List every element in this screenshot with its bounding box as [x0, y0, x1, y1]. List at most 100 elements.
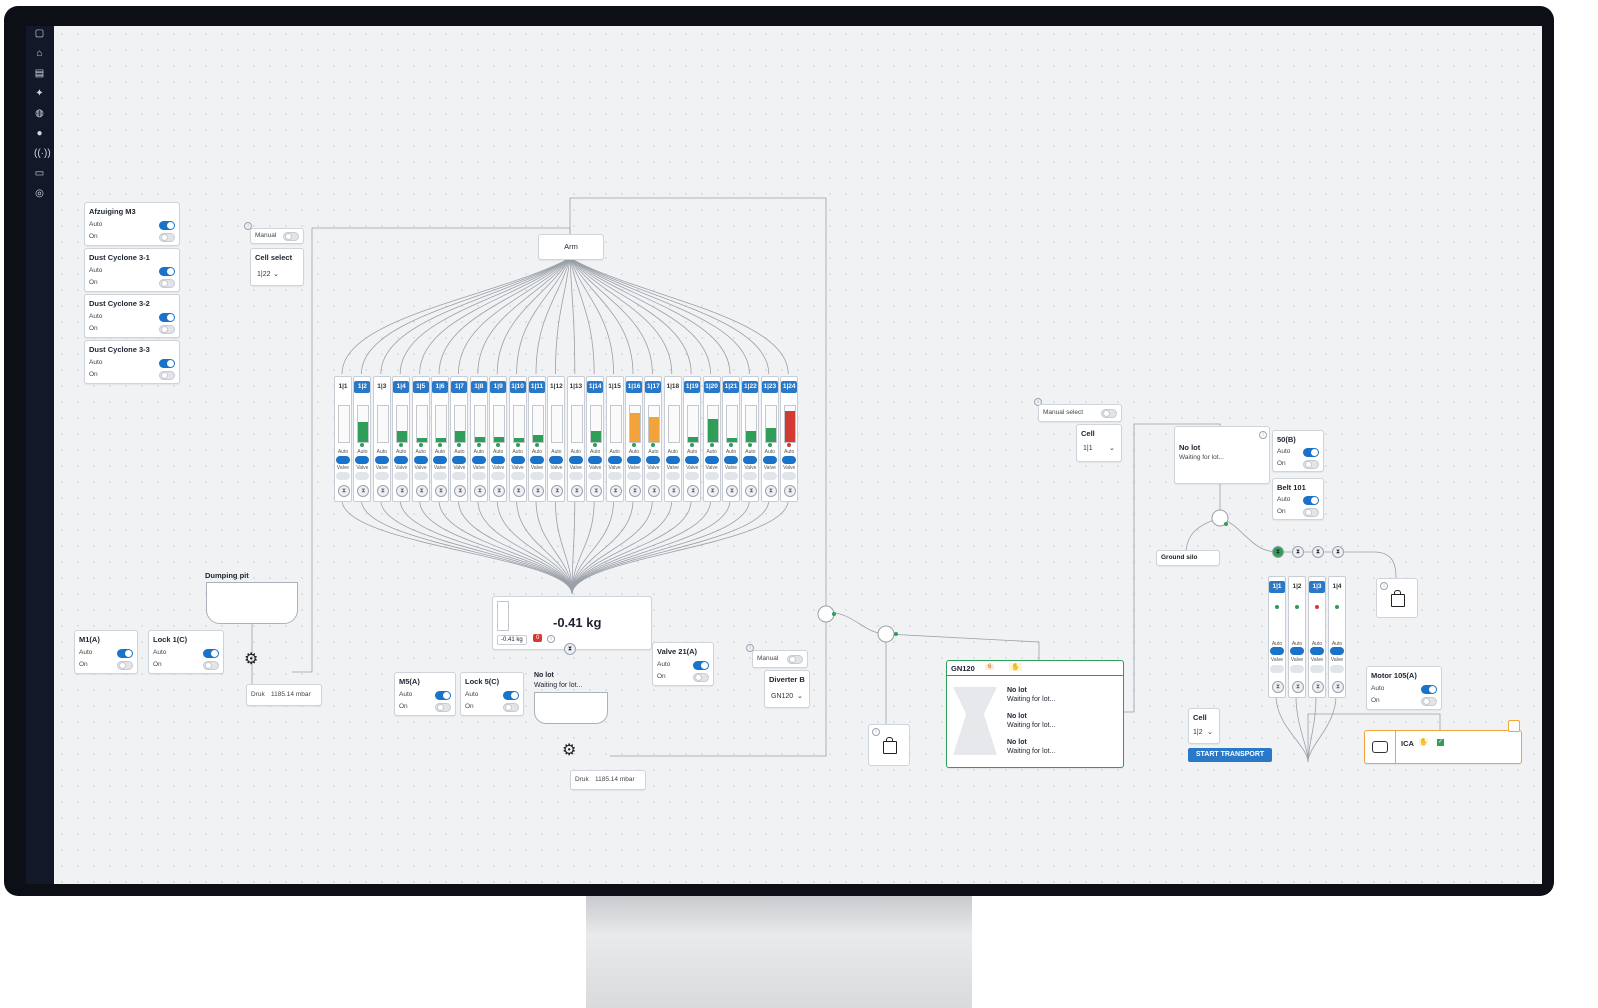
hourglass-icon[interactable]: ⧗ — [706, 485, 719, 497]
silo-cell[interactable]: 1|2 Auto Valve ⧗ — [353, 376, 372, 502]
silo-cell[interactable]: 1|7 Auto Valve ⧗ — [450, 376, 469, 502]
valve-toggle[interactable] — [1270, 665, 1284, 673]
cell-right-card[interactable]: Cell 1|1 ⌄ — [1076, 424, 1122, 462]
cell-right-value[interactable]: 1|1 — [1083, 445, 1093, 452]
silo-cell[interactable]: 1|12 Auto Valve ⧗ — [547, 376, 566, 502]
on-toggle[interactable] — [159, 325, 175, 334]
silo-cell[interactable]: 1|22 Auto Valve ⧗ — [741, 376, 760, 502]
auto-toggle[interactable] — [159, 221, 175, 230]
m5-on-toggle[interactable] — [435, 703, 451, 712]
valve-toggle[interactable] — [665, 472, 680, 480]
database-icon[interactable]: ◍ — [34, 108, 45, 119]
m1-on-toggle[interactable] — [117, 661, 133, 670]
silo-cell[interactable]: 1|5 Auto Valve ⧗ — [411, 376, 430, 502]
auto-toggle[interactable] — [665, 456, 680, 464]
silo-cell[interactable]: 1|4 Auto Valve ⧗ — [392, 376, 411, 502]
valve-toggle[interactable] — [452, 472, 467, 480]
check-icon[interactable]: ✓ — [1437, 739, 1444, 746]
hourglass-icon[interactable]: ⧗ — [1292, 546, 1304, 558]
auto-toggle[interactable] — [607, 456, 622, 464]
lock5-on-toggle[interactable] — [503, 703, 519, 712]
home-icon[interactable]: ▢ — [34, 28, 45, 39]
valve-toggle[interactable] — [1310, 665, 1324, 673]
hourglass-icon[interactable]: ⧗ — [1292, 681, 1304, 693]
hourglass-icon[interactable]: ⧗ — [1312, 681, 1324, 693]
info-icon[interactable]: i — [872, 728, 880, 736]
auto-toggle[interactable] — [685, 456, 700, 464]
valve21-on-toggle[interactable] — [693, 673, 709, 682]
silo-cell[interactable]: 1|8 Auto Valve ⧗ — [469, 376, 488, 502]
lock1-auto-toggle[interactable] — [203, 649, 219, 658]
hourglass-icon[interactable]: ⧗ — [648, 485, 661, 497]
auto-toggle[interactable] — [355, 456, 370, 464]
manual-select-card[interactable]: Manual select — [1038, 404, 1122, 422]
hourglass-icon[interactable]: ⧗ — [396, 485, 409, 497]
info-icon[interactable]: i — [244, 222, 252, 230]
hourglass-icon[interactable]: ⧗ — [629, 485, 641, 497]
auto-toggle[interactable] — [762, 456, 777, 464]
valve-toggle[interactable] — [433, 472, 447, 480]
silo-cell[interactable]: 1|2 Auto Valve ⧗ — [1288, 576, 1306, 698]
auto-toggle[interactable] — [433, 456, 447, 464]
auto-toggle[interactable] — [159, 313, 175, 322]
valve-toggle[interactable] — [374, 472, 389, 480]
auto-toggle[interactable] — [568, 456, 583, 464]
valve-toggle[interactable] — [704, 472, 719, 480]
info-icon[interactable]: i — [547, 635, 555, 643]
auto-toggle[interactable] — [704, 456, 719, 464]
hourglass-icon[interactable]: ⧗ — [551, 485, 564, 497]
valve21-auto-toggle[interactable] — [693, 661, 709, 670]
m5-auto-toggle[interactable] — [435, 691, 451, 700]
silo-cell[interactable]: 1|1 Auto Valve ⧗ — [334, 376, 352, 502]
auto-toggle[interactable] — [646, 456, 661, 464]
valve-toggle[interactable] — [413, 472, 428, 480]
belt101-on-toggle[interactable] — [1303, 508, 1319, 517]
auto-toggle[interactable] — [1330, 647, 1344, 655]
belt101-auto-toggle[interactable] — [1303, 496, 1319, 505]
hourglass-icon[interactable]: ⧗ — [1272, 546, 1284, 558]
silo-cell[interactable]: 1|3 Auto Valve ⧗ — [1308, 576, 1326, 698]
on-toggle[interactable] — [159, 279, 175, 288]
hourglass-icon[interactable]: ⧗ — [415, 485, 428, 497]
ica-settings-icon[interactable] — [1508, 720, 1520, 732]
gear-icon[interactable]: ⚙ — [244, 649, 258, 669]
scale-valve-icon[interactable]: ⧗ — [564, 643, 576, 655]
hourglass-icon[interactable]: ⧗ — [1312, 546, 1324, 558]
manual-mid-toggle[interactable] — [787, 655, 803, 664]
valve-toggle[interactable] — [471, 472, 486, 480]
silo-cell[interactable]: 1|20 Auto Valve ⧗ — [702, 376, 721, 502]
hourglass-icon[interactable]: ⧗ — [590, 485, 603, 497]
auto-toggle[interactable] — [471, 456, 486, 464]
silo-cell[interactable]: 1|4 Auto Valve ⧗ — [1328, 576, 1346, 698]
lock1-on-toggle[interactable] — [203, 661, 219, 670]
hourglass-icon[interactable]: ⧗ — [512, 485, 525, 497]
hourglass-icon[interactable]: ⧗ — [532, 485, 544, 497]
ground-silo-card[interactable]: Ground silo — [1156, 550, 1220, 566]
valve-toggle[interactable] — [588, 472, 603, 480]
hourglass-icon[interactable]: ⧗ — [687, 485, 700, 497]
silo-cell[interactable]: 1|24 Auto Valve ⧗ — [780, 376, 799, 502]
valve-toggle[interactable] — [782, 472, 797, 480]
manual-select-toggle[interactable] — [1101, 409, 1117, 418]
cell-select-card[interactable]: Cell select 1|22 ⌄ — [250, 248, 304, 286]
valve-toggle[interactable] — [355, 472, 370, 480]
auto-toggle[interactable] — [588, 456, 603, 464]
motor105-on-toggle[interactable] — [1421, 697, 1437, 706]
hourglass-icon[interactable]: ⧗ — [745, 485, 758, 497]
valve-toggle[interactable] — [549, 472, 564, 480]
silo-cell[interactable]: 1|3 Auto Valve ⧗ — [372, 376, 391, 502]
silo-cell[interactable]: 1|15 Auto Valve ⧗ — [605, 376, 624, 502]
silo-cell[interactable]: 1|14 Auto Valve ⧗ — [586, 376, 605, 502]
hourglass-icon[interactable]: ⧗ — [1272, 681, 1284, 693]
valve-toggle[interactable] — [607, 472, 622, 480]
start-transport-button[interactable]: START TRANSPORT — [1188, 748, 1272, 762]
valve-toggle[interactable] — [510, 472, 525, 480]
auto-toggle[interactable] — [1310, 647, 1324, 655]
manual-mid-card[interactable]: Manual — [752, 650, 808, 668]
info-icon[interactable]: i — [1380, 582, 1388, 590]
hourglass-icon[interactable]: ⧗ — [357, 485, 370, 497]
hourglass-icon[interactable]: ⧗ — [667, 485, 680, 497]
auto-toggle[interactable] — [743, 456, 758, 464]
chart-icon[interactable]: ▤ — [34, 68, 45, 79]
hourglass-icon[interactable]: ⧗ — [376, 485, 389, 497]
